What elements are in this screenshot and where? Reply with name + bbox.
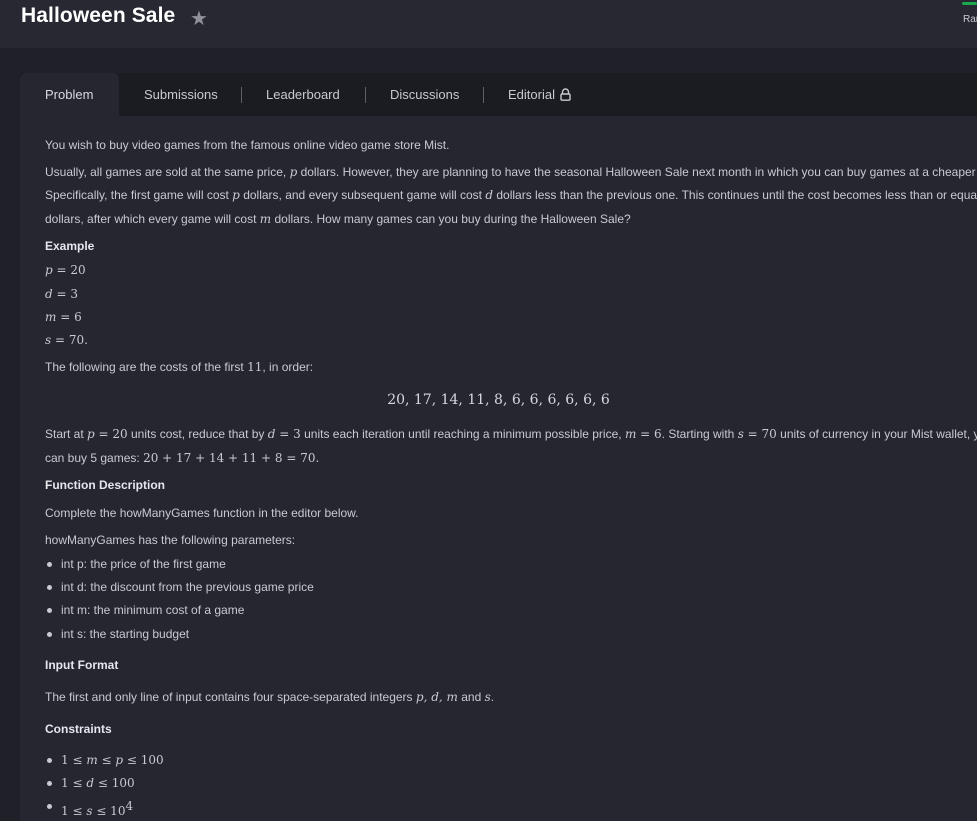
tab-label: Problem: [45, 87, 94, 102]
input-format-heading: Input Format: [45, 658, 119, 672]
rank-label: Ran: [963, 14, 977, 25]
bullet: [47, 758, 52, 763]
paragraph-line: Specifically, the first game will cost p…: [45, 188, 977, 202]
constraint-item: 1 ≤ d ≤ 100: [61, 776, 135, 790]
tab-leaderboard[interactable]: Leaderboard: [266, 73, 340, 116]
start-text-line: Start at p = 20 units cost, reduce that …: [45, 427, 977, 441]
params-intro: howManyGames has the following parameter…: [45, 533, 296, 547]
tab-divider: [483, 87, 484, 103]
function-text: Complete the howManyGames function in th…: [45, 506, 359, 520]
constraints-heading: Constraints: [45, 722, 112, 736]
bullet: [47, 585, 52, 590]
tab-label: Discussions: [390, 87, 460, 102]
paragraph-line: dollars, after which every game will cos…: [45, 212, 631, 226]
tab-submissions[interactable]: Submissions: [144, 73, 218, 116]
bullet: [47, 781, 52, 786]
star-icon[interactable]: ★: [190, 6, 208, 31]
function-heading: Function Description: [45, 478, 165, 492]
tab-divider: [241, 87, 242, 103]
example-value: p = 20: [45, 263, 86, 277]
costs-text: The following are the costs of the first…: [45, 360, 314, 374]
param-item: int m: the minimum cost of a game: [61, 603, 245, 617]
rank-progress-bar: [962, 2, 977, 5]
param-item: int p: the price of the first game: [61, 557, 226, 571]
example-value: m = 6: [45, 310, 82, 324]
paragraph-line: Usually, all games are sold at the same …: [45, 165, 977, 179]
input-format-text: The first and only line of input contain…: [45, 690, 495, 704]
tab-problem[interactable]: Problem: [20, 73, 119, 116]
tab-discussions[interactable]: Discussions: [390, 73, 459, 116]
bullet: [47, 608, 52, 613]
tab-label: Leaderboard: [266, 87, 340, 102]
tab-label: Submissions: [144, 87, 218, 102]
tab-editorial[interactable]: Editorial: [508, 73, 571, 116]
intro-text: You wish to buy video games from the fam…: [45, 138, 450, 152]
example-value: d = 3: [45, 287, 79, 301]
constraint-item: 1 ≤ s ≤ 104: [61, 799, 134, 818]
top-bar: Halloween Sale ★ Ran: [0, 0, 977, 48]
constraint-item: 1 ≤ m ≤ p ≤ 100: [61, 753, 164, 767]
bullet: [47, 562, 52, 567]
example-value: s = 70.: [45, 333, 88, 347]
page-title: Halloween Sale: [21, 4, 176, 27]
start-text-line: can buy 5 games: 20 + 17 + 14 + 11 + 8 =…: [45, 451, 320, 465]
param-item: int d: the discount from the previous ga…: [61, 580, 314, 594]
example-heading: Example: [45, 239, 95, 253]
tab-divider: [365, 87, 366, 103]
costs-formula: 20, 17, 14, 11, 8, 6, 6, 6, 6, 6, 6: [387, 392, 610, 408]
bullet: [47, 632, 52, 637]
problem-statement: You wish to buy video games from the fam…: [20, 116, 977, 821]
tab-bar: Problem Submissions Leaderboard Discussi…: [20, 73, 977, 116]
param-item: int s: the starting budget: [61, 627, 190, 641]
bullet: [47, 804, 52, 809]
lock-icon: [559, 75, 571, 118]
tab-label: Editorial: [508, 87, 555, 102]
